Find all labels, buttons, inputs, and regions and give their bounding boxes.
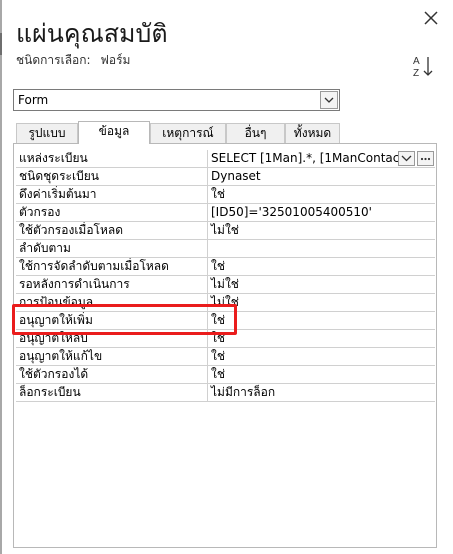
- property-row-fetch-defaults[interactable]: ดึงค่าเริ่มต้นมา ใช่: [16, 186, 435, 204]
- property-label: ชนิดชุดระเบียน: [16, 168, 208, 185]
- property-row-order-by-on-load[interactable]: ใช้การจัดลำดับตามเมื่อโหลด ใช่: [16, 258, 435, 276]
- property-value[interactable]: [ID50]='32501005400510': [209, 204, 435, 221]
- property-row-record-source[interactable]: แหล่งระเบียน SELECT [1Man].*, [1ManConta…: [16, 150, 435, 168]
- property-label: รอหลังการดำเนินการ: [16, 276, 208, 293]
- svg-text:A: A: [413, 56, 420, 67]
- property-row-order-by[interactable]: ลำดับตาม: [16, 240, 435, 258]
- selection-type-value: ฟอร์ม: [100, 53, 131, 67]
- property-label: ดึงค่าเริ่มต้นมา: [16, 186, 208, 203]
- selection-type-label: ชนิดการเลือก:: [16, 53, 91, 67]
- property-label: แหล่งระเบียน: [16, 150, 208, 167]
- property-row-record-locks[interactable]: ล็อกระเบียน ไม่มีการล็อก: [16, 384, 435, 402]
- property-label: ใช้การจัดลำดับตามเมื่อโหลด: [16, 258, 208, 275]
- property-row-allow-filters[interactable]: ใช้ตัวกรองได้ ใช่: [16, 366, 435, 384]
- selection-type: ชนิดการเลือก: ฟอร์ม: [16, 51, 130, 70]
- object-selector-dropdown[interactable]: Form: [13, 89, 340, 111]
- record-source-build-button[interactable]: [417, 151, 434, 166]
- close-icon: [424, 11, 438, 25]
- tab-data[interactable]: ข้อมูล: [78, 121, 150, 144]
- property-sheet: แหล่งระเบียน SELECT [1Man].*, [1ManConta…: [13, 143, 437, 548]
- window-left-border: [0, 0, 2, 554]
- tab-other[interactable]: อื่นๆ: [226, 123, 285, 143]
- record-source-dropdown-button[interactable]: [398, 151, 415, 166]
- property-row-wait-post-processing[interactable]: รอหลังการดำเนินการ ไม่ใช่: [16, 276, 435, 294]
- object-selector-value: Form: [18, 93, 49, 107]
- property-value[interactable]: ใช่: [209, 366, 435, 383]
- property-value[interactable]: ใช่: [209, 348, 435, 365]
- window-left-edge-mark: [0, 33, 2, 55]
- property-row-recordset-type[interactable]: ชนิดชุดระเบียน Dynaset: [16, 168, 435, 186]
- svg-text:Z: Z: [413, 68, 419, 79]
- property-value[interactable]: ใช่: [209, 312, 435, 329]
- property-row-filter[interactable]: ตัวกรอง [ID50]='32501005400510': [16, 204, 435, 222]
- tab-all[interactable]: ทั้งหมด: [285, 123, 340, 143]
- object-selector-open-button[interactable]: [320, 91, 338, 109]
- property-value[interactable]: [209, 240, 435, 257]
- close-button[interactable]: [421, 8, 441, 28]
- property-value[interactable]: ใช่: [209, 186, 435, 203]
- property-value[interactable]: ไม่มีการล็อก: [209, 384, 435, 401]
- property-row-allow-edits[interactable]: อนุญาตให้แก้ไข ใช่: [16, 348, 435, 366]
- property-value[interactable]: ไม่ใช่: [209, 222, 435, 239]
- chevron-down-icon: [401, 155, 412, 162]
- property-label: ล็อกระเบียน: [16, 384, 208, 401]
- property-row-filter-on-load[interactable]: ใช้ตัวกรองเมื่อโหลด ไม่ใช่: [16, 222, 435, 240]
- tab-format[interactable]: รูปแบบ: [16, 123, 78, 143]
- highlight-annotation-box: [12, 304, 237, 335]
- chevron-down-icon: [324, 97, 334, 103]
- property-value[interactable]: ใช่: [209, 330, 435, 347]
- panel-title: แผ่นคุณสมบัติ: [16, 19, 168, 48]
- property-value[interactable]: ไม่ใช่: [209, 276, 435, 293]
- sort-button[interactable]: A Z: [411, 53, 437, 79]
- property-label: อนุญาตให้แก้ไข: [16, 348, 208, 365]
- property-label: ตัวกรอง: [16, 204, 208, 221]
- property-value[interactable]: ไม่ใช่: [209, 294, 435, 311]
- ellipsis-icon: [420, 157, 431, 161]
- property-value[interactable]: ใช่: [209, 258, 435, 275]
- property-value[interactable]: Dynaset: [209, 168, 435, 185]
- property-label: ใช้ตัวกรองได้: [16, 366, 208, 383]
- sort-a-z-icon: A Z: [413, 56, 433, 79]
- tab-event[interactable]: เหตุการณ์: [150, 123, 226, 143]
- property-label: ใช้ตัวกรองเมื่อโหลด: [16, 222, 208, 239]
- property-label: ลำดับตาม: [16, 240, 208, 257]
